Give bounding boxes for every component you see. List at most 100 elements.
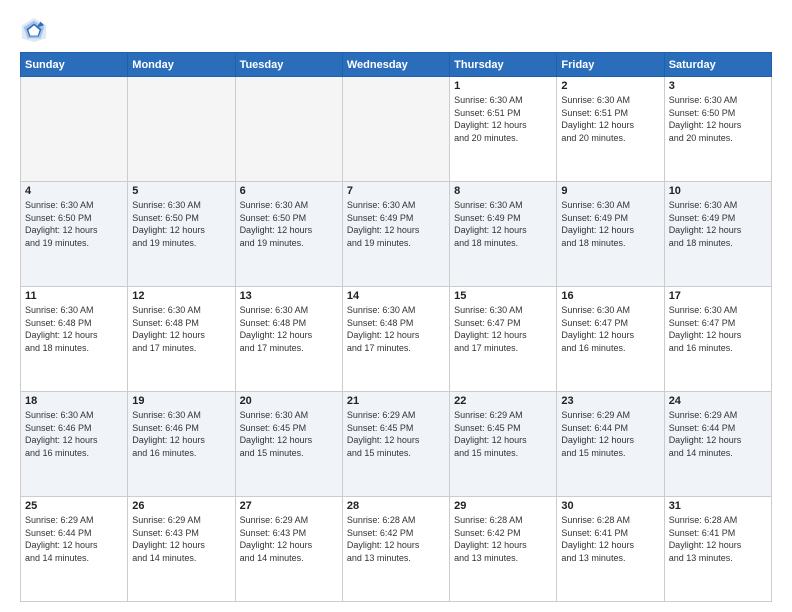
day-number: 27 (240, 500, 338, 512)
calendar-cell: 13 Sunrise: 6:30 AM Sunset: 6:48 PM Dayli… (235, 287, 342, 392)
calendar-cell: 17 Sunrise: 6:30 AM Sunset: 6:47 PM Dayli… (664, 287, 771, 392)
day-header-monday: Monday (128, 53, 235, 77)
calendar-cell (342, 77, 449, 182)
day-info: Sunrise: 6:30 AM Sunset: 6:47 PM Dayligh… (561, 304, 659, 354)
day-number: 24 (669, 395, 767, 407)
logo-icon (20, 16, 48, 44)
header (20, 16, 772, 44)
calendar-cell: 12 Sunrise: 6:30 AM Sunset: 6:48 PM Dayli… (128, 287, 235, 392)
day-info: Sunrise: 6:28 AM Sunset: 6:41 PM Dayligh… (669, 514, 767, 564)
calendar-cell: 18 Sunrise: 6:30 AM Sunset: 6:46 PM Dayli… (21, 392, 128, 497)
week-row-4: 18 Sunrise: 6:30 AM Sunset: 6:46 PM Dayli… (21, 392, 772, 497)
calendar-cell: 3 Sunrise: 6:30 AM Sunset: 6:50 PM Daylig… (664, 77, 771, 182)
day-info: Sunrise: 6:30 AM Sunset: 6:51 PM Dayligh… (454, 94, 552, 144)
calendar-cell: 22 Sunrise: 6:29 AM Sunset: 6:45 PM Dayli… (450, 392, 557, 497)
day-number: 21 (347, 395, 445, 407)
day-info: Sunrise: 6:29 AM Sunset: 6:44 PM Dayligh… (25, 514, 123, 564)
day-number: 16 (561, 290, 659, 302)
day-number: 19 (132, 395, 230, 407)
week-row-1: 1 Sunrise: 6:30 AM Sunset: 6:51 PM Daylig… (21, 77, 772, 182)
calendar-cell: 25 Sunrise: 6:29 AM Sunset: 6:44 PM Dayli… (21, 497, 128, 602)
calendar-cell (235, 77, 342, 182)
calendar-cell (21, 77, 128, 182)
calendar-cell: 30Sunrise: 6:28 AM Sunset: 6:41 PM Dayli… (557, 497, 664, 602)
calendar-cell: 29Sunrise: 6:28 AM Sunset: 6:42 PM Dayli… (450, 497, 557, 602)
calendar-cell: 6 Sunrise: 6:30 AM Sunset: 6:50 PM Daylig… (235, 182, 342, 287)
day-info: Sunrise: 6:30 AM Sunset: 6:46 PM Dayligh… (132, 409, 230, 459)
day-info: Sunrise: 6:30 AM Sunset: 6:49 PM Dayligh… (454, 199, 552, 249)
logo (20, 16, 52, 44)
day-info: Sunrise: 6:30 AM Sunset: 6:48 PM Dayligh… (347, 304, 445, 354)
day-number: 22 (454, 395, 552, 407)
day-info: Sunrise: 6:28 AM Sunset: 6:42 PM Dayligh… (347, 514, 445, 564)
calendar-cell: 31 Sunrise: 6:28 AM Sunset: 6:41 PM Dayli… (664, 497, 771, 602)
day-number: 18 (25, 395, 123, 407)
day-number: 14 (347, 290, 445, 302)
calendar-cell: 15Sunrise: 6:30 AM Sunset: 6:47 PM Dayli… (450, 287, 557, 392)
day-header-saturday: Saturday (664, 53, 771, 77)
day-number: 1 (454, 80, 552, 92)
calendar-cell: 24 Sunrise: 6:29 AM Sunset: 6:44 PM Dayli… (664, 392, 771, 497)
day-number: 23 (561, 395, 659, 407)
day-info: Sunrise: 6:30 AM Sunset: 6:48 PM Dayligh… (132, 304, 230, 354)
day-info: Sunrise: 6:29 AM Sunset: 6:45 PM Dayligh… (347, 409, 445, 459)
day-info: Sunrise: 6:28 AM Sunset: 6:41 PM Dayligh… (561, 514, 659, 564)
calendar-cell: 27Sunrise: 6:29 AM Sunset: 6:43 PM Dayli… (235, 497, 342, 602)
day-number: 9 (561, 185, 659, 197)
day-number: 10 (669, 185, 767, 197)
day-number: 25 (25, 500, 123, 512)
week-row-2: 4 Sunrise: 6:30 AM Sunset: 6:50 PM Daylig… (21, 182, 772, 287)
day-header-tuesday: Tuesday (235, 53, 342, 77)
day-info: Sunrise: 6:29 AM Sunset: 6:43 PM Dayligh… (132, 514, 230, 564)
day-info: Sunrise: 6:28 AM Sunset: 6:42 PM Dayligh… (454, 514, 552, 564)
calendar-cell: 1 Sunrise: 6:30 AM Sunset: 6:51 PM Daylig… (450, 77, 557, 182)
day-number: 12 (132, 290, 230, 302)
calendar-cell: 10 Sunrise: 6:30 AM Sunset: 6:49 PM Dayli… (664, 182, 771, 287)
page: SundayMondayTuesdayWednesdayThursdayFrid… (0, 0, 792, 612)
day-info: Sunrise: 6:30 AM Sunset: 6:47 PM Dayligh… (669, 304, 767, 354)
calendar: SundayMondayTuesdayWednesdayThursdayFrid… (20, 52, 772, 602)
day-number: 17 (669, 290, 767, 302)
day-info: Sunrise: 6:30 AM Sunset: 6:50 PM Dayligh… (240, 199, 338, 249)
calendar-cell: 21 Sunrise: 6:29 AM Sunset: 6:45 PM Dayli… (342, 392, 449, 497)
day-info: Sunrise: 6:29 AM Sunset: 6:44 PM Dayligh… (669, 409, 767, 459)
day-number: 11 (25, 290, 123, 302)
day-number: 2 (561, 80, 659, 92)
day-info: Sunrise: 6:29 AM Sunset: 6:44 PM Dayligh… (561, 409, 659, 459)
day-number: 20 (240, 395, 338, 407)
calendar-cell: 28 Sunrise: 6:28 AM Sunset: 6:42 PM Dayli… (342, 497, 449, 602)
day-info: Sunrise: 6:30 AM Sunset: 6:50 PM Dayligh… (25, 199, 123, 249)
day-info: Sunrise: 6:30 AM Sunset: 6:49 PM Dayligh… (347, 199, 445, 249)
calendar-cell: 20 Sunrise: 6:30 AM Sunset: 6:45 PM Dayli… (235, 392, 342, 497)
week-row-3: 11 Sunrise: 6:30 AM Sunset: 6:48 PM Dayli… (21, 287, 772, 392)
day-number: 7 (347, 185, 445, 197)
day-info: Sunrise: 6:30 AM Sunset: 6:45 PM Dayligh… (240, 409, 338, 459)
day-number: 5 (132, 185, 230, 197)
day-info: Sunrise: 6:30 AM Sunset: 6:46 PM Dayligh… (25, 409, 123, 459)
day-number: 4 (25, 185, 123, 197)
day-header-sunday: Sunday (21, 53, 128, 77)
day-info: Sunrise: 6:30 AM Sunset: 6:50 PM Dayligh… (669, 94, 767, 144)
calendar-cell: 23 Sunrise: 6:29 AM Sunset: 6:44 PM Dayli… (557, 392, 664, 497)
calendar-cell: 9 Sunrise: 6:30 AM Sunset: 6:49 PM Daylig… (557, 182, 664, 287)
week-row-5: 25 Sunrise: 6:29 AM Sunset: 6:44 PM Dayli… (21, 497, 772, 602)
calendar-cell: 8Sunrise: 6:30 AM Sunset: 6:49 PM Daylig… (450, 182, 557, 287)
day-number: 31 (669, 500, 767, 512)
day-info: Sunrise: 6:30 AM Sunset: 6:48 PM Dayligh… (240, 304, 338, 354)
day-number: 13 (240, 290, 338, 302)
day-info: Sunrise: 6:29 AM Sunset: 6:45 PM Dayligh… (454, 409, 552, 459)
day-number: 6 (240, 185, 338, 197)
day-info: Sunrise: 6:30 AM Sunset: 6:49 PM Dayligh… (561, 199, 659, 249)
day-header-thursday: Thursday (450, 53, 557, 77)
calendar-cell: 5Sunrise: 6:30 AM Sunset: 6:50 PM Daylig… (128, 182, 235, 287)
day-info: Sunrise: 6:30 AM Sunset: 6:51 PM Dayligh… (561, 94, 659, 144)
calendar-cell: 4 Sunrise: 6:30 AM Sunset: 6:50 PM Daylig… (21, 182, 128, 287)
day-number: 3 (669, 80, 767, 92)
calendar-cell: 19 Sunrise: 6:30 AM Sunset: 6:46 PM Dayli… (128, 392, 235, 497)
day-info: Sunrise: 6:30 AM Sunset: 6:49 PM Dayligh… (669, 199, 767, 249)
day-header-friday: Friday (557, 53, 664, 77)
day-number: 28 (347, 500, 445, 512)
header-row: SundayMondayTuesdayWednesdayThursdayFrid… (21, 53, 772, 77)
day-number: 26 (132, 500, 230, 512)
calendar-cell: 16 Sunrise: 6:30 AM Sunset: 6:47 PM Dayli… (557, 287, 664, 392)
